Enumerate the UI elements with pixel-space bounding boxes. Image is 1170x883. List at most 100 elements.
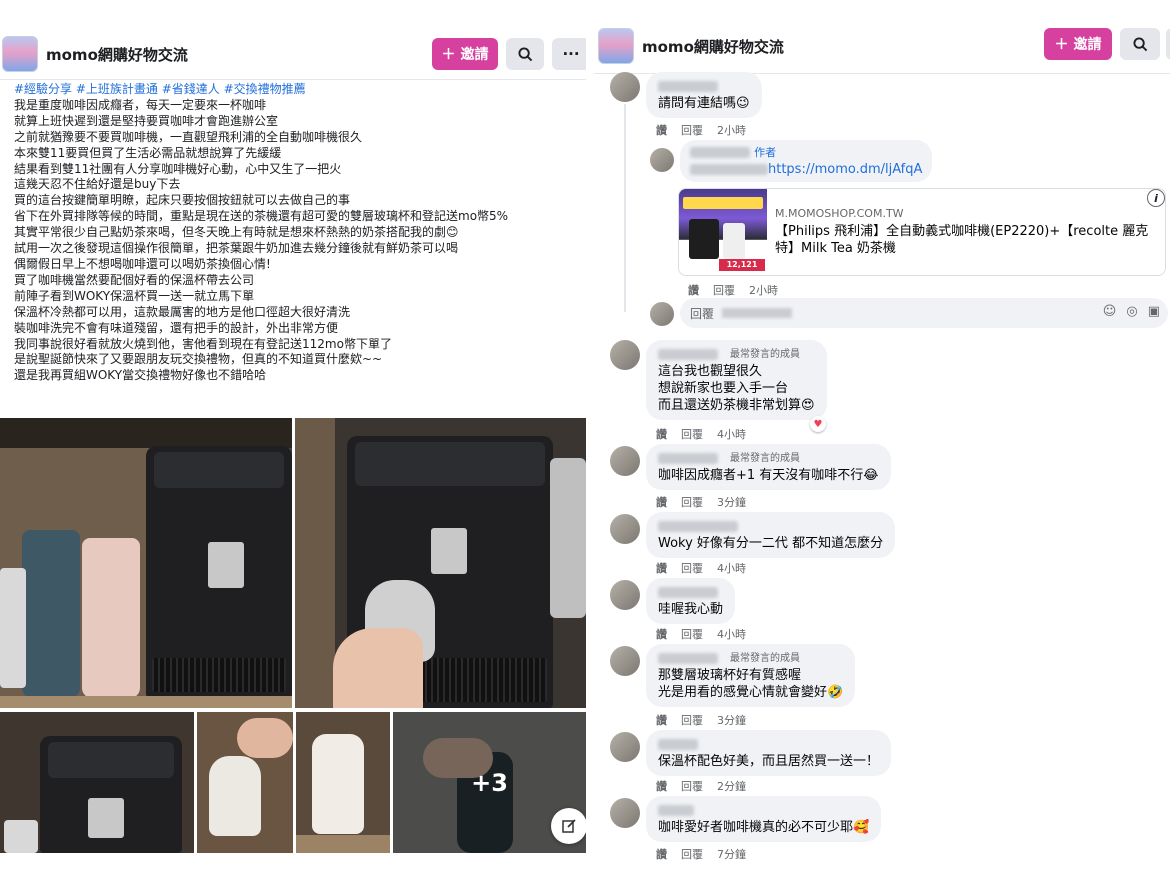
member-badge: 最常發言的成員 [730,349,800,360]
commenter-name[interactable] [658,81,718,92]
comments-panel: momo網購好物交流 ＋ 邀請 請問有連結嗎😉 讚 回覆 2小時 作者 http… [594,0,1170,883]
comment-time[interactable]: 2分鐘 [717,778,746,794]
camera-icon[interactable]: ◎ [1126,304,1137,319]
like-link[interactable]: 讚 [656,494,667,510]
comment-text: 保溫杯配色好美，而且居然買一送一！ [658,754,880,769]
like-link[interactable]: 讚 [656,712,667,728]
like-link[interactable]: 讚 [656,560,667,576]
emoji-icon[interactable]: ☺ [1103,304,1117,319]
comment-bubble: 最常發言的成員 這台我也觀望很久 想說新家也要入手一台 而且還送奶茶機非常划算😍 [646,340,827,420]
reply-link[interactable]: 回覆 [681,712,703,728]
comment-bubble: 咖啡愛好者咖啡機真的必不可少耶🥰 [646,796,882,842]
reply-link[interactable]: 回覆 [681,846,703,862]
link-preview-card[interactable]: 12,121 M.MOMOSHOP.COM.TW 【Philips 飛利浦】全自… [678,188,1166,276]
more-options-button[interactable] [1166,28,1170,60]
comment-text: 那雙層玻璃杯好有質感喔 [658,668,802,683]
group-header: momo網購好物交流 ＋ 邀請 [594,28,1170,74]
commenter-avatar[interactable] [610,580,640,610]
reply-link[interactable]: 回覆 [681,778,703,794]
more-options-button[interactable]: ··· [552,38,586,70]
post-hashtags[interactable]: #經驗分享 #上班族計畫通 #省錢達人 #交換禮物推薦 [14,82,580,98]
reply-link[interactable]: 回覆 [681,426,703,442]
plus-icon: ＋ [441,47,456,63]
post-photo-4[interactable] [197,712,293,853]
product-link[interactable]: https://momo.dm/ljAfqA [768,162,922,177]
link-preview-thumbnail: 12,121 [679,189,767,273]
reply-link[interactable]: 回覆 [713,282,735,298]
commenter-avatar[interactable] [610,514,640,544]
group-cover-thumbnail[interactable] [598,28,634,64]
commenter-avatar[interactable] [610,340,640,370]
comment-time[interactable]: 4小時 [717,626,746,642]
comment-time[interactable]: 4小時 [717,560,746,576]
link-title: 【Philips 飛利浦】全自動義式咖啡機(EP2220)+【recolte 麗… [775,224,1149,256]
author-reply-bubble: 作者 https://momo.dm/ljAfqA [680,140,933,182]
comment-text: 哇喔我心動 [658,602,724,617]
group-title[interactable]: momo網購好物交流 [642,36,784,57]
post-line: 其實平常很少自己點奶茶來喝，但冬天晚上有時就是想來杯熱熱的奶茶搭配我的劇😊 [14,225,459,240]
like-link[interactable]: 讚 [656,778,667,794]
post-line: 我同事說很好看就放火燒到他，害他看到現在有登記送112mo幣下單了 [14,336,392,351]
like-link[interactable]: 讚 [656,846,667,862]
comment-text: Woky 好像有分一二代 都不知道怎麼分 [658,536,884,551]
like-link[interactable]: 讚 [656,426,667,442]
commenter-name[interactable] [658,521,738,532]
invite-button[interactable]: ＋ 邀請 [1044,28,1112,60]
reply-link[interactable]: 回覆 [681,494,703,510]
commenter-name[interactable] [658,453,718,464]
invite-button[interactable]: ＋ 邀請 [432,38,498,70]
comment-time[interactable]: 2小時 [749,282,778,298]
like-link[interactable]: 讚 [656,626,667,642]
commenter-avatar[interactable] [610,732,640,762]
comment-time[interactable]: 4小時 [717,426,746,442]
mention-name[interactable] [690,164,768,175]
commenter-name[interactable] [658,653,718,664]
comment-bubble: Woky 好像有分一二代 都不知道怎麼分 [646,512,896,558]
group-title[interactable]: momo網購好物交流 [46,44,188,65]
post-line: 裝咖啡洗完不會有味道殘留，還有把手的設計，外出非常方便 [14,320,339,335]
post-photo-6-more[interactable]: +3 [393,712,586,853]
link-domain: M.MOMOSHOP.COM.TW [775,207,904,220]
comment-actions: 讚 回覆 2小時 [656,122,746,138]
reply-input[interactable]: 回覆 ☺ ◎ ▣ [680,298,1168,328]
commenter-avatar[interactable] [610,646,640,676]
commenter-name[interactable] [658,587,718,598]
info-icon[interactable]: i [1147,189,1165,207]
comment-time[interactable]: 2小時 [717,122,746,138]
current-user-avatar[interactable] [650,302,674,326]
reply-link[interactable]: 回覆 [681,122,703,138]
comment-actions: 讚 回覆 4小時 [656,626,746,642]
comment-time[interactable]: 3分鐘 [717,494,746,510]
commenter-avatar[interactable] [610,798,640,828]
reply-link[interactable]: 回覆 [681,560,703,576]
post-line: 結果看到雙11社團有人分享咖啡機好心動，心中又生了一把火 [14,161,342,176]
author-avatar[interactable] [650,148,674,172]
like-link[interactable]: 讚 [688,282,699,298]
post-photo-2[interactable] [295,418,586,708]
post-photo-1[interactable] [0,418,292,708]
gif-icon[interactable]: ▣ [1148,304,1160,319]
comment-time[interactable]: 3分鐘 [717,712,746,728]
comment-actions: 讚 回覆 3分鐘 [656,494,746,510]
commenter-avatar[interactable] [610,446,640,476]
post-photo-3[interactable] [0,712,194,853]
comment-actions: 讚 回覆 4小時 [656,560,746,576]
edit-button[interactable] [551,808,586,844]
commenter-name[interactable] [658,739,698,750]
commenter-name[interactable] [658,805,694,816]
reply-link[interactable]: 回覆 [681,626,703,642]
like-link[interactable]: 讚 [656,122,667,138]
comment-time[interactable]: 7分鐘 [717,846,746,862]
love-reaction-icon[interactable]: ♥ [810,416,826,432]
group-cover-thumbnail[interactable] [2,36,38,72]
search-button[interactable] [1120,28,1160,60]
reply-tools: ☺ ◎ ▣ [1103,304,1160,319]
post-line: 買的這台按鍵簡單明瞭，起床只要按個按鈕就可以去做自己的事 [14,193,351,208]
reply-placeholder: 回覆 [690,306,715,321]
commenter-name[interactable] [658,349,718,360]
post-photo-5[interactable] [296,712,390,853]
author-name[interactable] [690,147,750,158]
commenter-avatar[interactable] [610,72,640,102]
comment-text: 想說新家也要入手一台 [658,381,789,396]
search-button[interactable] [506,38,544,70]
